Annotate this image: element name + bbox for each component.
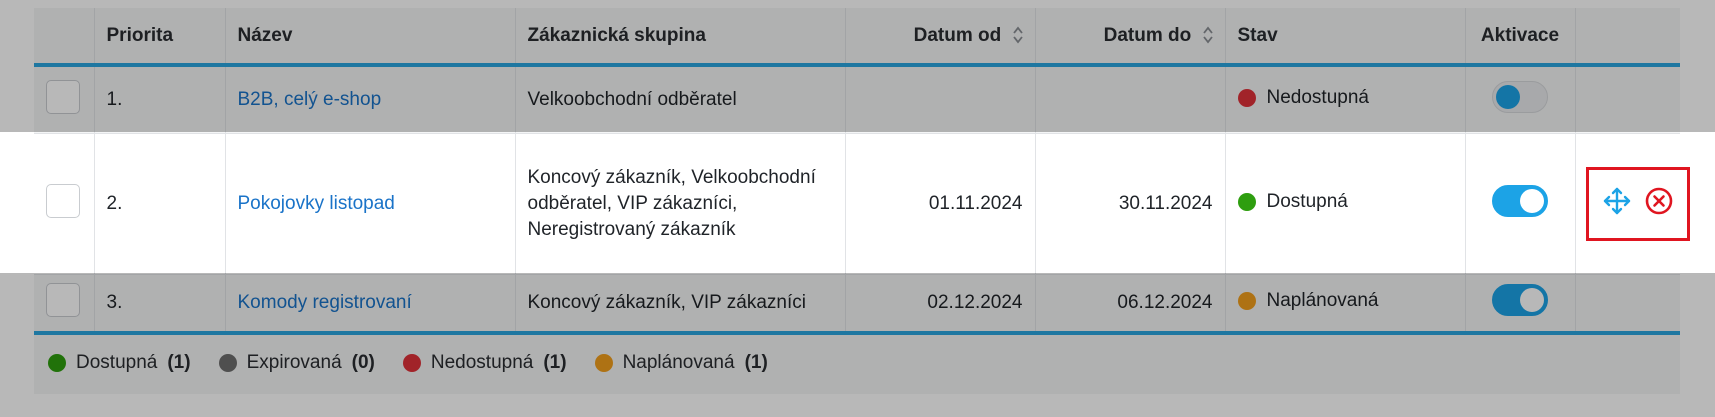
row-select-cell xyxy=(34,133,95,275)
legend-label: Nedostupná xyxy=(430,352,534,373)
priority-cell: 2. xyxy=(94,133,226,275)
activation-cell xyxy=(1465,65,1576,134)
actions-cell xyxy=(1575,133,1690,275)
header-date-from[interactable]: Datum od xyxy=(845,8,1036,67)
row-checkbox[interactable] xyxy=(46,79,80,114)
header-group: Zákaznická skupina xyxy=(515,8,846,67)
header-priority: Priorita xyxy=(94,8,226,67)
activation-toggle[interactable] xyxy=(1492,184,1548,217)
state-cell: Nedostupná xyxy=(1225,65,1466,134)
header-name: Název xyxy=(225,8,516,67)
name-cell: Pokojovky listopad xyxy=(225,133,516,275)
actions-cell xyxy=(1575,274,1680,335)
date-from-cell: 02.12.2024 xyxy=(845,274,1036,335)
header-state: Stav xyxy=(1225,8,1466,67)
date-from-cell: 01.11.2024 xyxy=(845,133,1036,275)
pricelist-table: Priorita Název Zákaznická skupina Datum … xyxy=(34,8,1690,335)
header-date-from-label: Datum od xyxy=(913,24,1002,46)
header-actions xyxy=(1575,8,1680,67)
status-label: Dostupná xyxy=(1266,190,1348,212)
legend-count: (1) xyxy=(167,352,191,373)
legend-item-expired: Expirovaná (0) xyxy=(218,352,375,374)
group-cell: Koncový zákazník, Velkoobchodní odběrate… xyxy=(515,133,846,275)
move-arrows-icon[interactable] xyxy=(1602,186,1632,222)
row-checkbox[interactable] xyxy=(46,183,80,218)
header-activation: Aktivace xyxy=(1465,8,1576,67)
legend-item-unavailable: Nedostupná (1) xyxy=(402,352,567,374)
priority-cell: 3. xyxy=(94,274,226,335)
legend-label: Naplánovaná xyxy=(622,352,735,373)
status-dot-icon xyxy=(594,354,613,372)
group-cell: Velkoobchodní odběratel xyxy=(515,65,846,134)
status-label: Nedostupná xyxy=(1266,86,1369,108)
row-actions-highlight xyxy=(1585,166,1690,241)
legend-count: (1) xyxy=(543,352,567,373)
header-select xyxy=(34,8,95,67)
status-label: Naplánovaná xyxy=(1266,289,1379,311)
pricelist-name-link[interactable]: B2B, celý e-shop xyxy=(238,89,382,110)
name-cell: Komody registrovaní xyxy=(225,274,516,335)
status-dot-icon xyxy=(402,354,421,372)
priority-cell: 1. xyxy=(94,65,226,134)
activation-cell xyxy=(1465,133,1576,275)
row-select-cell xyxy=(34,274,95,335)
sort-icon[interactable] xyxy=(1202,25,1213,45)
actions-cell xyxy=(1575,65,1680,134)
status-legend: Dostupná (1) Expirovaná (0) Nedostupná (… xyxy=(34,335,1680,391)
legend-count: (1) xyxy=(744,352,768,373)
pricelist-table-container: Priorita Název Zákaznická skupina Datum … xyxy=(34,8,1690,394)
status-dot-icon xyxy=(1237,192,1256,211)
sort-icon[interactable] xyxy=(1012,25,1023,45)
header-date-to-label: Datum do xyxy=(1103,24,1192,46)
name-cell: B2B, celý e-shop xyxy=(225,65,516,134)
table-header-row: Priorita Název Zákaznická skupina Datum … xyxy=(34,8,1680,67)
status-dot-icon xyxy=(218,354,237,372)
state-cell: Naplánovaná xyxy=(1225,274,1466,335)
state-cell: Dostupná xyxy=(1225,133,1466,275)
date-to-cell: 30.11.2024 xyxy=(1035,133,1226,275)
date-to-cell xyxy=(1035,65,1226,134)
table-row: 1. B2B, celý e-shop Velkoobchodní odběra… xyxy=(34,65,1680,134)
pricelist-name-link[interactable]: Komody registrovaní xyxy=(238,292,412,313)
pricelist-name-link[interactable]: Pokojovky listopad xyxy=(238,193,395,214)
group-cell: Koncový zákazník, VIP zákazníci xyxy=(515,274,846,335)
status-dot-icon xyxy=(1237,291,1256,310)
legend-item-scheduled: Naplánovaná (1) xyxy=(594,352,768,374)
legend-label: Expirovaná xyxy=(246,352,342,373)
row-select-cell xyxy=(34,65,95,134)
activation-cell xyxy=(1465,274,1576,335)
date-from-cell xyxy=(845,65,1036,134)
legend-item-available: Dostupná (1) xyxy=(48,352,191,374)
close-circle-icon[interactable] xyxy=(1644,186,1674,222)
status-dot-icon xyxy=(48,354,66,372)
activation-toggle[interactable] xyxy=(1492,80,1548,113)
table-row: 2. Pokojovky listopad Koncový zákazník, … xyxy=(34,133,1690,275)
table-row: 3. Komody registrovaní Koncový zákazník,… xyxy=(34,274,1680,335)
date-to-cell: 06.12.2024 xyxy=(1035,274,1226,335)
activation-toggle[interactable] xyxy=(1492,283,1548,316)
legend-label: Dostupná xyxy=(76,352,158,373)
row-checkbox[interactable] xyxy=(46,282,80,317)
status-dot-icon xyxy=(1237,88,1256,107)
header-date-to[interactable]: Datum do xyxy=(1035,8,1226,67)
legend-count: (0) xyxy=(351,352,375,373)
